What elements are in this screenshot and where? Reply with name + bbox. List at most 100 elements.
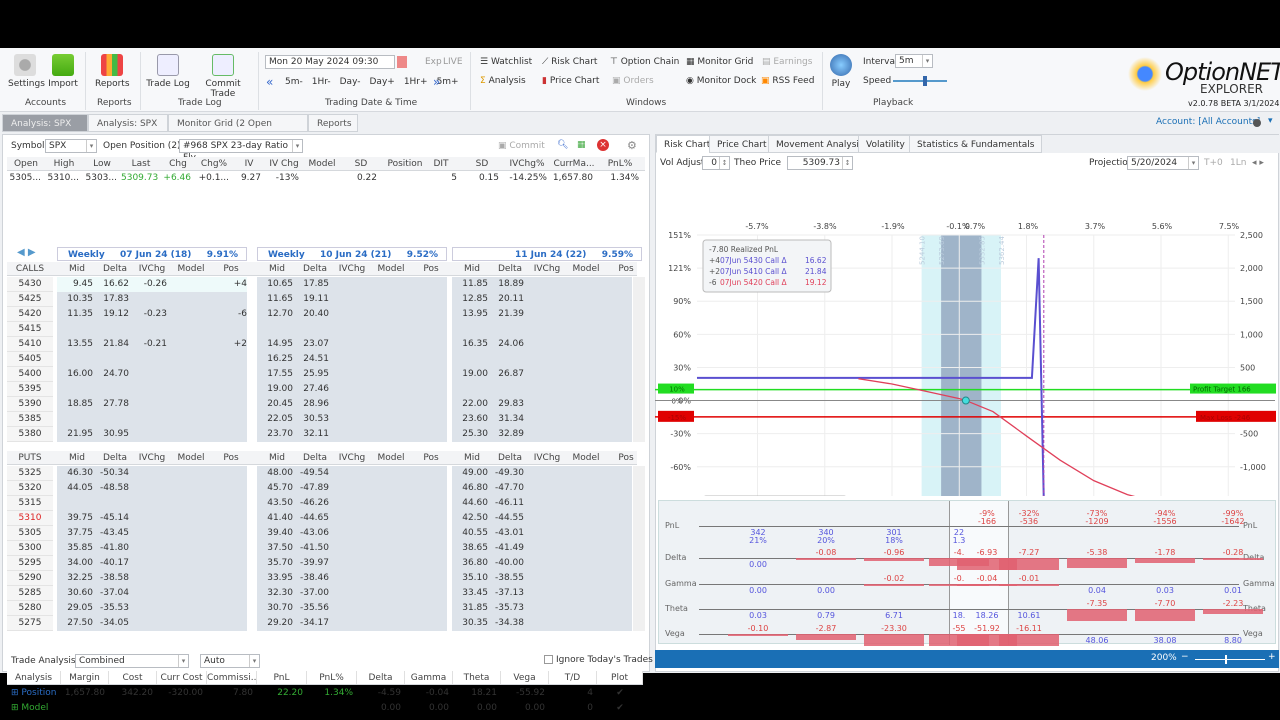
option-cell[interactable]: 35.10: [452, 571, 492, 586]
step-day-back[interactable]: Day-: [340, 77, 361, 87]
option-cell[interactable]: -0.26: [133, 277, 171, 292]
option-cell[interactable]: 18.85: [57, 397, 97, 412]
trade-log-button[interactable]: Trade Log: [146, 54, 190, 89]
reports-button[interactable]: Reports: [95, 54, 130, 89]
position-select[interactable]: #968 SPX 23-day Ratio Fly▾: [179, 139, 303, 163]
option-cell[interactable]: 38.65: [452, 541, 492, 556]
option-cell[interactable]: -49.30: [492, 466, 528, 481]
option-cell[interactable]: 37.50: [257, 541, 297, 556]
option-cell[interactable]: 35.85: [57, 541, 97, 556]
option-cell[interactable]: 10.35: [57, 292, 97, 307]
exp-button[interactable]: Exp: [425, 57, 442, 67]
option-cell[interactable]: 30.60: [57, 586, 97, 601]
option-cell[interactable]: 18.89: [492, 277, 528, 292]
option-cell[interactable]: [171, 277, 211, 292]
option-cell[interactable]: 44.05: [57, 481, 97, 496]
option-cell[interactable]: 45.70: [257, 481, 297, 496]
option-cell[interactable]: 16.35: [452, 337, 492, 352]
zoom-slider[interactable]: [1195, 655, 1265, 664]
option-cell[interactable]: 30.35: [452, 616, 492, 631]
step-5m-back[interactable]: 5m-: [285, 77, 303, 87]
option-cell[interactable]: 29.83: [492, 397, 528, 412]
zoom-in-icon[interactable]: +: [1268, 652, 1276, 662]
trading-date-input[interactable]: Mon 20 May 2024 09:30: [265, 55, 395, 69]
tab-monitor-grid[interactable]: Monitor Grid (2 Open Positions): [168, 114, 308, 147]
option-cell[interactable]: -0.23: [133, 307, 171, 322]
option-cell[interactable]: 13.95: [452, 307, 492, 322]
option-cell[interactable]: 31.85: [452, 601, 492, 616]
option-cell[interactable]: -35.53: [97, 601, 133, 616]
option-cell[interactable]: 12.85: [452, 292, 492, 307]
option-cell[interactable]: -34.05: [97, 616, 133, 631]
option-cell[interactable]: 31.34: [492, 412, 528, 427]
option-cell[interactable]: 21.39: [492, 307, 528, 322]
symbol-select[interactable]: SPX ▾: [45, 139, 97, 153]
option-cell[interactable]: +4: [211, 277, 251, 292]
option-cell[interactable]: -38.55: [492, 571, 528, 586]
option-cell[interactable]: 24.06: [492, 337, 528, 352]
option-cell[interactable]: 17.83: [97, 292, 133, 307]
option-cell[interactable]: 49.00: [452, 466, 492, 481]
option-cell[interactable]: 34.00: [57, 556, 97, 571]
tab-reports[interactable]: Reports: [308, 114, 358, 132]
option-cell[interactable]: -47.70: [492, 481, 528, 496]
option-cell[interactable]: 37.75: [57, 526, 97, 541]
t0-button[interactable]: T+0: [1204, 158, 1223, 168]
option-cell[interactable]: 19.12: [97, 307, 133, 322]
option-cell[interactable]: 27.50: [57, 616, 97, 631]
option-cell[interactable]: -43.01: [492, 526, 528, 541]
option-cell[interactable]: 21.95: [57, 427, 97, 442]
option-cell[interactable]: 23.07: [297, 337, 333, 352]
step-1hr-back[interactable]: 1Hr-: [312, 77, 331, 87]
option-cell[interactable]: -41.50: [297, 541, 333, 556]
orders-button[interactable]: ▣ Orders: [612, 76, 654, 86]
option-cell[interactable]: 40.55: [452, 526, 492, 541]
option-cell[interactable]: 41.40: [257, 511, 297, 526]
option-cell[interactable]: -44.65: [297, 511, 333, 526]
analysis-button[interactable]: Σ Analysis: [480, 76, 526, 86]
step-day-forward[interactable]: Day+: [370, 77, 395, 87]
risk-chart[interactable]: 5244.10 5273.69 5332.85 5362.44 151% 2,500 121…: [655, 176, 1279, 496]
option-cell[interactable]: 21.84: [97, 337, 133, 352]
interval-select[interactable]: 5m ▾: [895, 54, 933, 68]
option-cell[interactable]: -39.97: [297, 556, 333, 571]
option-cell[interactable]: 28.96: [297, 397, 333, 412]
option-cell[interactable]: 32.25: [57, 571, 97, 586]
option-cell[interactable]: 20.40: [297, 307, 333, 322]
option-cell[interactable]: -37.13: [492, 586, 528, 601]
ignore-todays-trades-checkbox[interactable]: [544, 655, 553, 664]
option-cell[interactable]: 42.50: [452, 511, 492, 526]
option-cell[interactable]: 27.78: [97, 397, 133, 412]
option-cell[interactable]: 30.53: [297, 412, 333, 427]
scrollbar[interactable]: [633, 277, 645, 442]
option-cell[interactable]: -34.17: [297, 616, 333, 631]
gear-icon[interactable]: ⚙: [627, 139, 637, 152]
option-cell[interactable]: 29.20: [257, 616, 297, 631]
watchlist-button[interactable]: ☰ Watchlist: [480, 57, 532, 67]
option-cell[interactable]: -40.00: [492, 556, 528, 571]
option-cell[interactable]: -40.17: [97, 556, 133, 571]
option-cell[interactable]: 12.70: [257, 307, 297, 322]
option-cell[interactable]: 30.70: [257, 601, 297, 616]
expiry-header[interactable]: Weekly 10 Jun 24 (21) 9.52%: [257, 247, 447, 261]
option-cell[interactable]: 39.75: [57, 511, 97, 526]
tab-statistics[interactable]: Statistics & Fundamentals: [909, 135, 1043, 153]
option-cell[interactable]: -44.55: [492, 511, 528, 526]
import-button[interactable]: Import: [48, 54, 78, 89]
option-cell[interactable]: 11.85: [452, 277, 492, 292]
commit-button[interactable]: ▣ Commit: [498, 141, 545, 151]
option-cell[interactable]: [171, 307, 211, 322]
option-cell[interactable]: 36.80: [452, 556, 492, 571]
option-cell[interactable]: 39.40: [257, 526, 297, 541]
option-cell[interactable]: -43.06: [297, 526, 333, 541]
earnings-button[interactable]: ▤ Earnings: [762, 57, 812, 67]
option-cell[interactable]: 25.95: [297, 367, 333, 382]
option-cell[interactable]: 20.11: [492, 292, 528, 307]
option-cell[interactable]: 9.45: [57, 277, 97, 292]
option-cell[interactable]: 24.51: [297, 352, 333, 367]
vol-adjust-input[interactable]: 0 ↕: [702, 156, 730, 170]
rss-feed-button[interactable]: ▣ RSS Feed: [761, 76, 814, 86]
option-cell[interactable]: 19.00: [452, 367, 492, 382]
option-cell[interactable]: 11.65: [257, 292, 297, 307]
option-cell[interactable]: 48.00: [257, 466, 297, 481]
